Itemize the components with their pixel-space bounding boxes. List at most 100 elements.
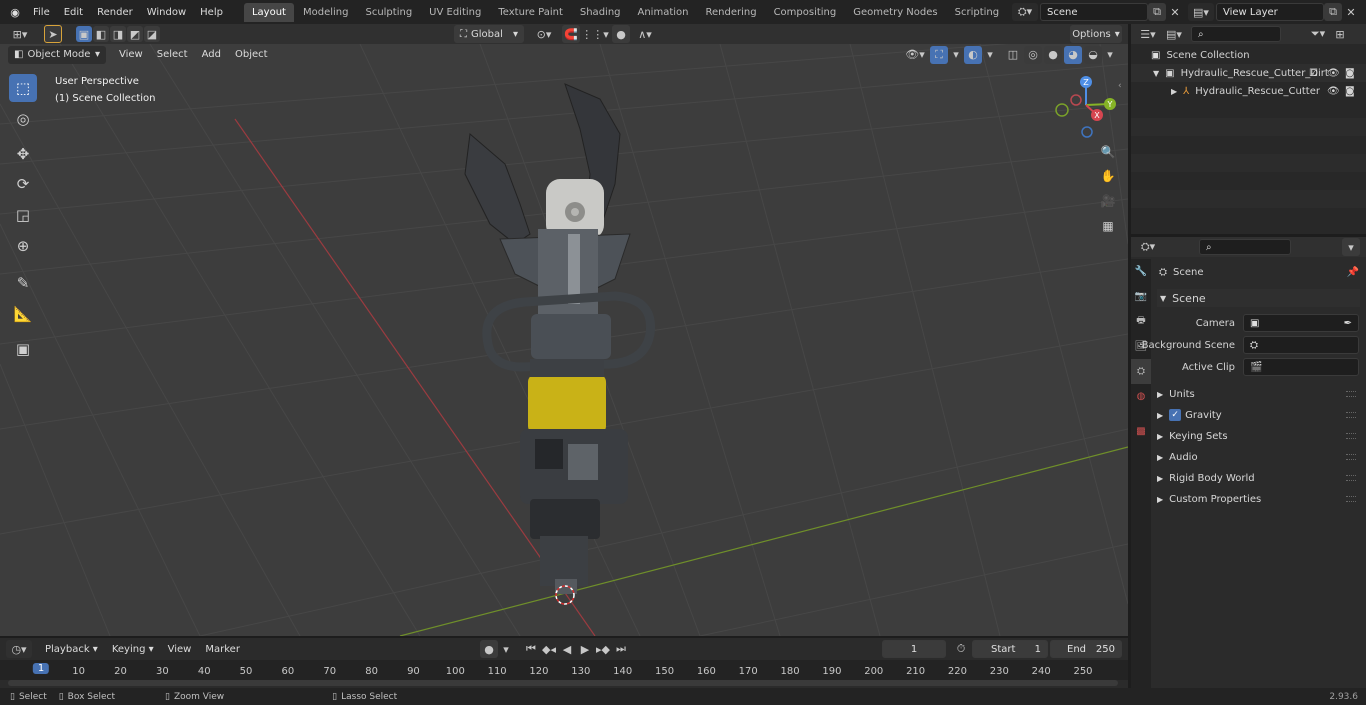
properties-options-icon[interactable]: ▾	[1342, 238, 1360, 256]
timeline-menu-marker[interactable]: Marker	[198, 644, 247, 655]
tab-shading[interactable]: Shading	[572, 3, 629, 22]
timeline-menu-view[interactable]: View	[161, 644, 199, 655]
camera-field[interactable]: ▣ ✒	[1243, 314, 1359, 332]
tab-modeling[interactable]: Modeling	[295, 3, 357, 22]
tool-transform[interactable]: ⊕	[9, 232, 37, 260]
checkbox-icon[interactable]: ☑	[1309, 68, 1318, 79]
tab-layout[interactable]: Layout	[243, 2, 294, 22]
outliner-search-input[interactable]: ⌕	[1191, 26, 1281, 42]
pin-icon[interactable]: 📌	[1347, 267, 1359, 278]
menu-file[interactable]: File	[26, 7, 57, 18]
tab-compositing[interactable]: Compositing	[766, 3, 845, 22]
menu-edit[interactable]: Edit	[57, 7, 90, 18]
end-frame-field[interactable]: End 250	[1050, 640, 1122, 658]
tab-scripting[interactable]: Scripting	[947, 3, 1007, 22]
outliner-row-object[interactable]: ▶ ⅄ Hydraulic_Rescue_Cutter 👁 ◙	[1131, 82, 1366, 100]
menu-render[interactable]: Render	[90, 7, 140, 18]
solid-shading-icon[interactable]: ●	[1044, 45, 1062, 64]
mode-dropdown[interactable]: ◧ Object Mode ▾	[8, 45, 106, 64]
camera-render-icon[interactable]: ◙	[1345, 86, 1355, 97]
drag-handle-icon[interactable]	[1346, 496, 1356, 502]
timeline-scrollbar[interactable]	[8, 680, 1118, 686]
play-reverse-icon[interactable]: ◀	[558, 640, 576, 658]
viewport-menu-view[interactable]: View	[112, 49, 150, 60]
options-dropdown[interactable]: Options ▾	[1070, 25, 1122, 43]
view-layer-field[interactable]: View Layer	[1216, 3, 1324, 21]
material-shading-icon[interactable]: ◕	[1064, 45, 1082, 64]
select-tool-icon[interactable]: ➤	[44, 25, 62, 43]
editor-type-icon[interactable]: ⊞▾	[6, 25, 34, 43]
current-frame-field[interactable]: 1	[882, 640, 946, 658]
expand-arrow-icon[interactable]: ▼	[1153, 69, 1159, 78]
world-tab-icon[interactable]: ◍	[1131, 384, 1151, 409]
rendered-shading-icon[interactable]: ◒	[1084, 45, 1102, 64]
camera-view-icon[interactable]: 🎥	[1097, 190, 1119, 212]
select-subtract-icon[interactable]: ◨	[110, 26, 126, 42]
menu-help[interactable]: Help	[193, 7, 230, 18]
wireframe-shading-icon[interactable]: ◎	[1024, 45, 1042, 64]
timeline-editor-icon[interactable]: ◷▾	[6, 640, 32, 658]
play-icon[interactable]: ▶	[576, 640, 594, 658]
tab-sculpting[interactable]: Sculpting	[357, 3, 420, 22]
shading-options-icon[interactable]: ▾	[1104, 46, 1116, 64]
tool-tab-icon[interactable]: 🔧	[1131, 259, 1151, 284]
panel-gravity[interactable]: ▶ ✓ Gravity	[1157, 405, 1360, 425]
sidebar-toggle-icon[interactable]: ‹	[1118, 81, 1122, 91]
properties-editor-icon[interactable]: ⛭▾	[1135, 238, 1161, 256]
overlay-dropdown-icon[interactable]: ▾	[984, 46, 996, 64]
record-options-icon[interactable]: ▾	[500, 640, 512, 658]
tab-animation[interactable]: Animation	[630, 3, 697, 22]
panel-rigid-body-world[interactable]: ▶ Rigid Body World	[1157, 468, 1360, 488]
outliner-editor-icon[interactable]: ☰▾	[1135, 25, 1161, 43]
perspective-grid-icon[interactable]: ▦	[1097, 215, 1119, 237]
pivot-point-icon[interactable]: ⊙▾	[531, 25, 557, 43]
eye-icon[interactable]: 👁	[1327, 68, 1340, 79]
panel-audio[interactable]: ▶ Audio	[1157, 447, 1360, 467]
outliner-row-scene-collection[interactable]: ▣ Scene Collection	[1131, 46, 1366, 64]
select-new-icon[interactable]: ▣	[76, 26, 92, 42]
gizmo-dropdown-icon[interactable]: ▾	[950, 46, 962, 64]
jump-end-icon[interactable]: ⏭	[612, 640, 630, 658]
navigation-gizmo[interactable]: Z Y X	[1050, 72, 1122, 144]
render-tab-icon[interactable]: 📷	[1131, 284, 1151, 309]
new-collection-icon[interactable]: ⊞	[1331, 25, 1349, 43]
drag-handle-icon[interactable]	[1346, 433, 1356, 439]
outliner-row-collection[interactable]: ▼ ▣ Hydraulic_Rescue_Cutter_Dirt ☑ 👁 ◙	[1131, 64, 1366, 82]
scene-section-header[interactable]: ▼ Scene	[1157, 289, 1360, 307]
output-tab-icon[interactable]: 🖶	[1131, 309, 1151, 334]
tool-annotate[interactable]: ✎	[9, 269, 37, 297]
tool-cursor[interactable]: ◎	[9, 105, 37, 133]
select-extend-icon[interactable]: ◧	[93, 26, 109, 42]
tool-move[interactable]: ✥	[9, 140, 37, 168]
viewport-menu-add[interactable]: Add	[195, 49, 228, 60]
eye-icon[interactable]: 👁	[1327, 86, 1340, 97]
menu-window[interactable]: Window	[140, 7, 193, 18]
scene-icon[interactable]: ⛭▾	[1012, 3, 1038, 21]
properties-search-input[interactable]: ⌕	[1199, 239, 1291, 255]
zoom-icon[interactable]: 🔍	[1097, 141, 1119, 163]
viewport-menu-object[interactable]: Object	[228, 49, 275, 60]
select-difference-icon[interactable]: ◩	[127, 26, 143, 42]
delete-scene-icon[interactable]: ✕	[1166, 3, 1184, 21]
panel-keying-sets[interactable]: ▶ Keying Sets	[1157, 426, 1360, 446]
scene-tab-icon[interactable]: ⛭	[1131, 359, 1151, 384]
tool-scale[interactable]: ◲	[9, 201, 37, 229]
tool-select-box[interactable]: ⬚	[9, 74, 37, 102]
drag-handle-icon[interactable]	[1346, 454, 1356, 460]
jump-start-icon[interactable]: ⏮	[522, 640, 540, 658]
tool-add-cube[interactable]: ▣	[9, 335, 37, 363]
tab-geometry-nodes[interactable]: Geometry Nodes	[845, 3, 945, 22]
filter-icon[interactable]: ⏷▾	[1305, 25, 1331, 43]
tab-rendering[interactable]: Rendering	[697, 3, 764, 22]
pan-hand-icon[interactable]: ✋	[1097, 165, 1119, 187]
visibility-filter-icon[interactable]: 👁▾	[902, 46, 928, 64]
expand-arrow-icon[interactable]: ▶	[1171, 87, 1177, 96]
panel-custom-properties[interactable]: ▶ Custom Properties	[1157, 489, 1360, 509]
tool-rotate[interactable]: ⟳	[9, 170, 37, 198]
viewport-menu-select[interactable]: Select	[150, 49, 195, 60]
drag-handle-icon[interactable]	[1346, 412, 1356, 418]
panel-units[interactable]: ▶ Units	[1157, 384, 1360, 404]
prev-keyframe-icon[interactable]: ◆◂	[540, 640, 558, 658]
tab-uv-editing[interactable]: UV Editing	[421, 3, 489, 22]
copy-scene-icon[interactable]: ⧉	[1148, 3, 1166, 21]
